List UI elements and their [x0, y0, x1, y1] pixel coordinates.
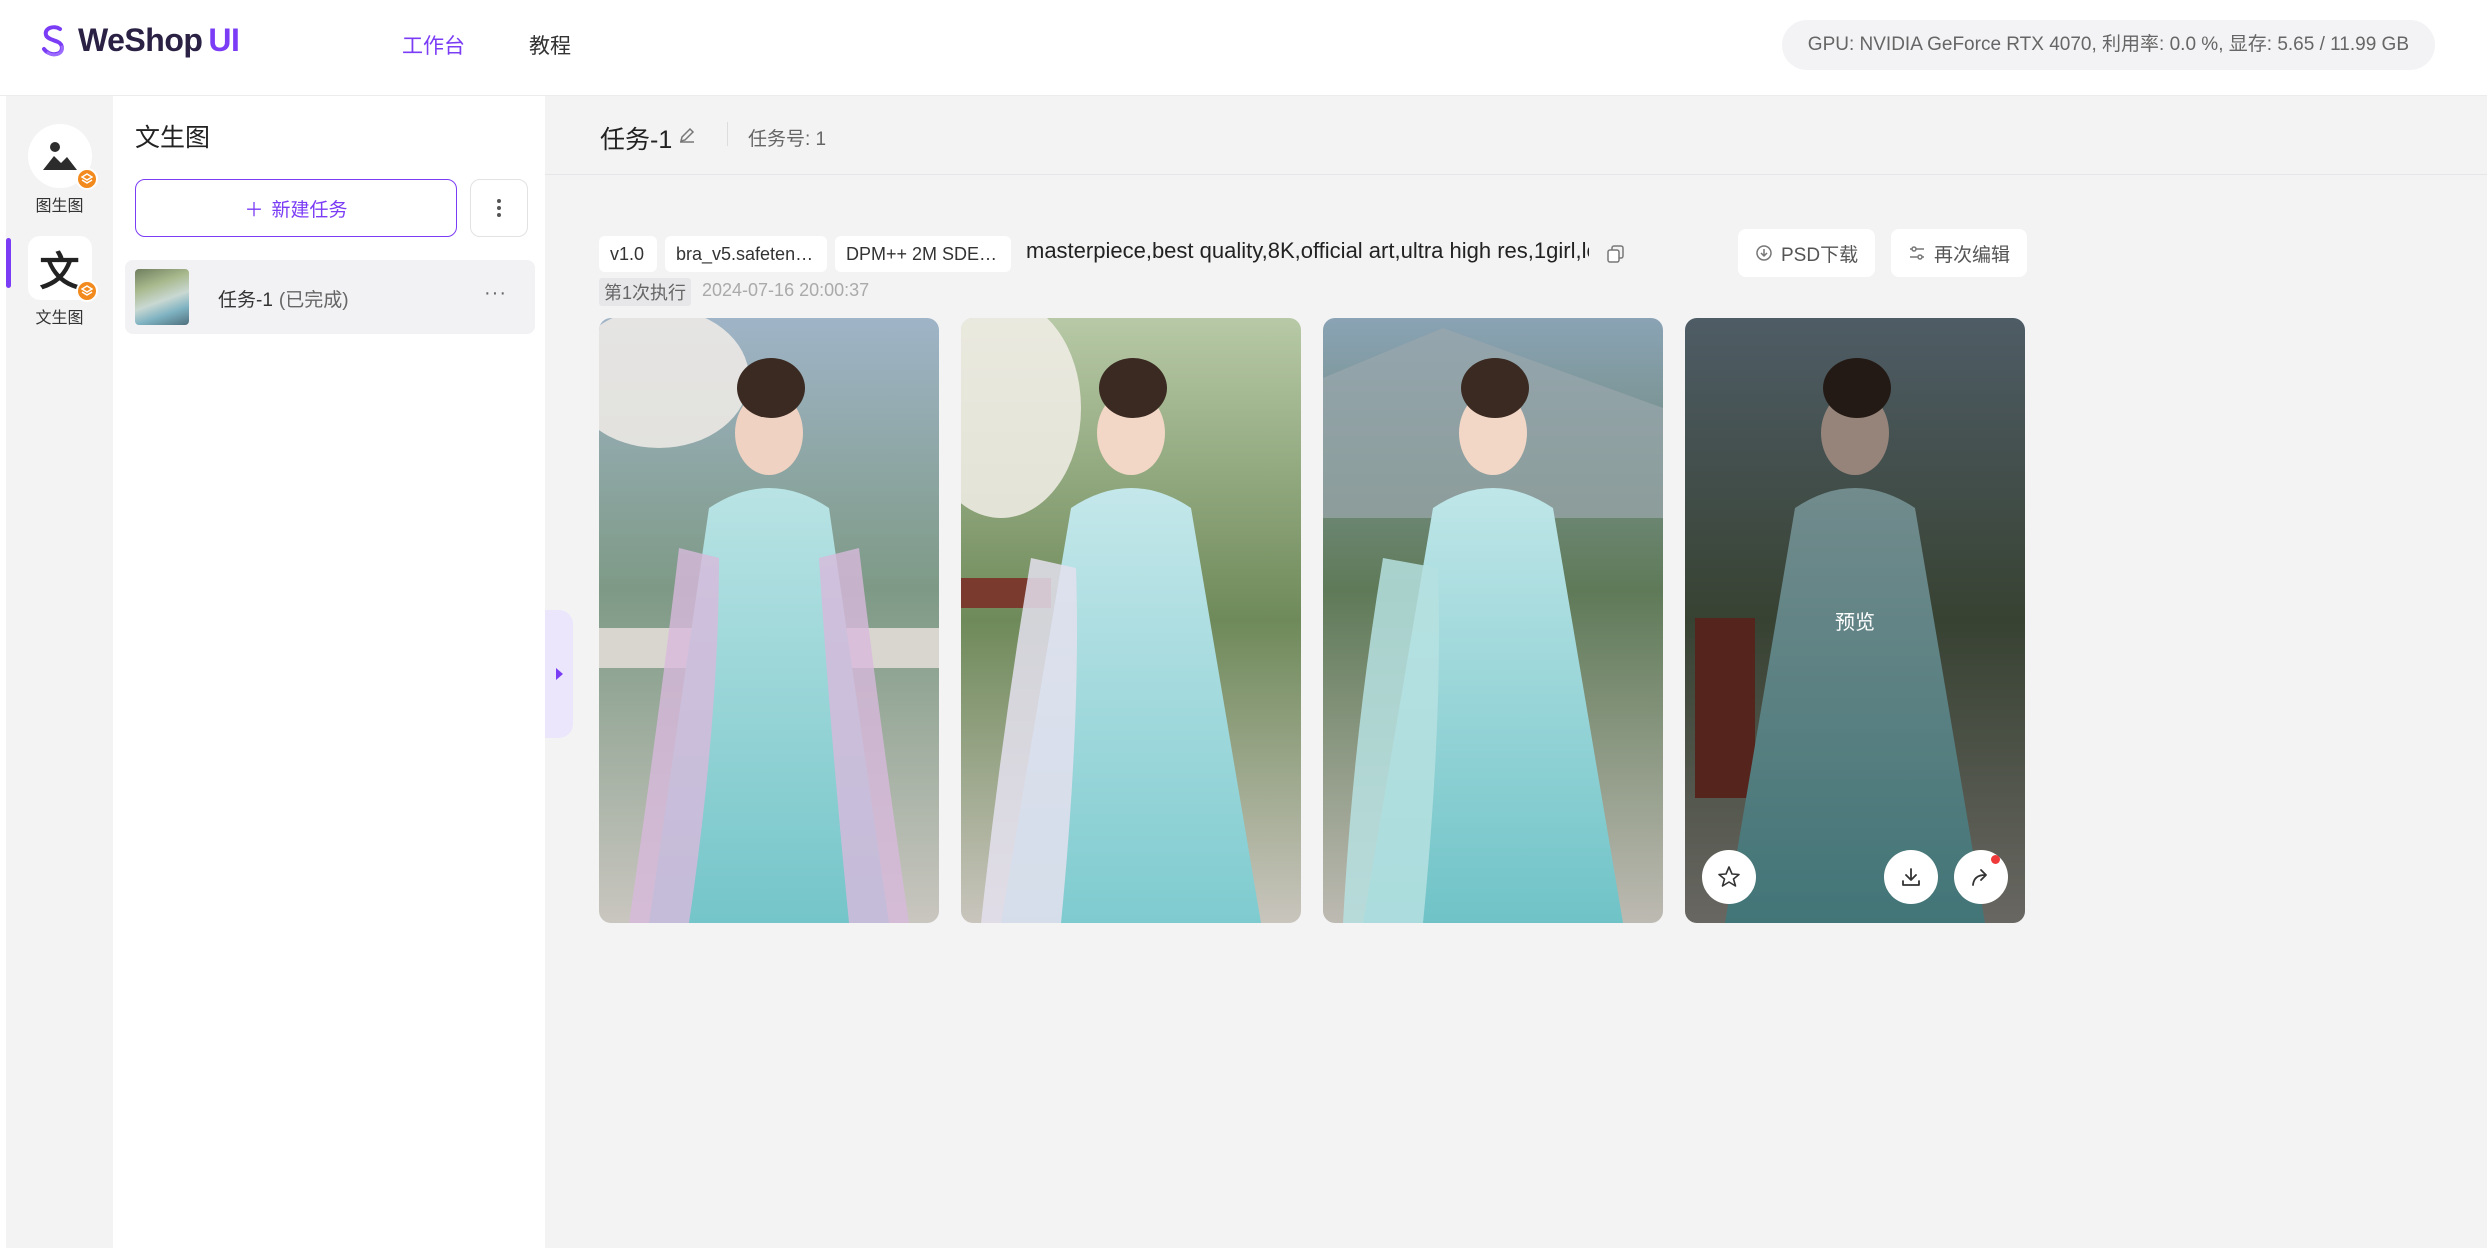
task-item-label: 任务-1 (已完成) [218, 290, 349, 311]
task-thumbnail [135, 269, 189, 325]
image-to-image-icon [42, 142, 77, 170]
generated-image-card[interactable] [599, 318, 939, 923]
sampler-tag: DPM++ 2M SDE Karras [835, 236, 1011, 272]
task-menu-icon[interactable]: ··· [484, 282, 507, 305]
gpu-status: GPU: NVIDIA GeForce RTX 4070, 利用率: 0.0 %… [1781, 20, 2435, 70]
psd-download-label: PSD下载 [1781, 244, 1859, 266]
plus-icon: ＋ [244, 199, 264, 221]
new-task-label: 新建任务 [271, 199, 348, 221]
model-version-tag: v1.0 [599, 236, 657, 272]
task-header: 任务-1 任务号: 1 [545, 96, 2487, 175]
re-edit-label: 再次编辑 [1934, 244, 2011, 266]
re-edit-button[interactable]: 再次编辑 [1891, 229, 2028, 277]
download-button[interactable] [1884, 850, 1938, 904]
generated-image-card-hovered[interactable]: 预览 [1685, 318, 2025, 923]
star-icon [1718, 866, 1740, 887]
notification-dot [1991, 855, 2000, 864]
favorite-button[interactable] [1702, 850, 1756, 904]
caret-right-icon [556, 668, 563, 680]
copy-icon[interactable] [1606, 244, 1626, 264]
file-download-icon [1756, 245, 1772, 261]
generated-image [1323, 318, 1663, 923]
top-bar: WeShop UI 工作台 教程 GPU: NVIDIA GeForce RTX … [0, 0, 2487, 96]
task-number: 任务号: 1 [748, 129, 827, 150]
main-nav: 工作台 教程 [402, 30, 571, 60]
panel-title: 文生图 [135, 124, 211, 152]
collapse-panel-toggle[interactable] [545, 610, 573, 738]
layers-badge-icon [75, 168, 98, 190]
logo[interactable]: WeShop UI [36, 22, 240, 59]
generated-image [599, 318, 939, 923]
weshop-logo-icon [42, 24, 64, 56]
checkpoint-tag: bra_v5.safetensors [665, 236, 827, 272]
task-panel: 文生图 ＋ 新建任务 任务-1 (已完成) ··· [113, 96, 545, 1248]
task-title: 任务-1 [600, 126, 673, 154]
task-list-item[interactable]: 任务-1 (已完成) ··· [125, 260, 535, 334]
divider [727, 122, 728, 146]
brand-name: WeShop UI [78, 22, 240, 58]
edit-icon[interactable] [678, 126, 696, 144]
text-to-image-icon: 文 [39, 249, 80, 295]
sliders-icon [1910, 246, 1924, 260]
generated-image-card[interactable] [961, 318, 1301, 923]
preview-label[interactable]: 预览 [1685, 606, 2025, 635]
mode-rail: 图生图 文 文生图 [0, 96, 113, 1248]
rail-item-img2img[interactable]: 图生图 [6, 124, 113, 216]
vertical-dots-icon [497, 199, 501, 217]
rail-label-txt2img: 文生图 [35, 310, 84, 327]
share-button[interactable] [1954, 850, 2008, 904]
nav-tutorial[interactable]: 教程 [529, 30, 571, 60]
run-number-tag: 第1次执行 [599, 278, 692, 306]
rail-label-img2img: 图生图 [35, 198, 84, 215]
nav-workbench[interactable]: 工作台 [402, 30, 465, 60]
prompt-text: masterpiece,best quality,8K,official art… [1026, 238, 1589, 263]
generated-image-card[interactable] [1323, 318, 1663, 923]
psd-download-button[interactable]: PSD下载 [1738, 229, 1876, 277]
main-area: 任务-1 任务号: 1 v1.0 bra_v5.safetensors DPM+… [545, 96, 2487, 1248]
new-task-button[interactable]: ＋ 新建任务 [135, 179, 457, 237]
more-options-button[interactable] [470, 179, 528, 237]
run-timestamp: 2024-07-16 20:00:37 [702, 280, 870, 300]
download-icon [1902, 868, 1920, 886]
layers-badge-icon [75, 280, 98, 302]
rail-item-txt2img[interactable]: 文 文生图 [6, 236, 113, 328]
share-icon [1972, 869, 1987, 886]
generated-image [961, 318, 1301, 923]
